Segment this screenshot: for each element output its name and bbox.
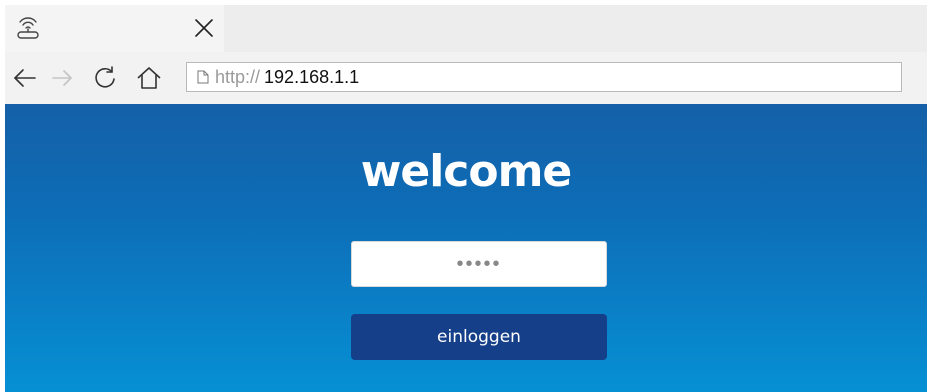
address-bar[interactable]: http:// 192.168.1.1 [186, 62, 902, 92]
router-wifi-icon [17, 17, 39, 39]
browser-window: http:// 192.168.1.1 welcome ••••• einlog… [5, 5, 927, 392]
navigation-bar: http:// 192.168.1.1 [5, 52, 927, 104]
url-host: 192.168.1.1 [264, 66, 360, 87]
tab-strip-empty [224, 5, 927, 52]
arrow-left-icon[interactable] [11, 64, 39, 92]
home-icon[interactable] [135, 64, 163, 92]
url-protocol: http:// [215, 66, 261, 87]
reload-icon[interactable] [91, 64, 119, 92]
password-field[interactable]: ••••• [351, 241, 607, 287]
login-button[interactable]: einloggen [351, 314, 607, 360]
tab-strip [5, 5, 927, 52]
page-icon [197, 70, 209, 84]
close-icon[interactable] [191, 15, 217, 41]
login-page: welcome ••••• einloggen [5, 104, 927, 392]
arrow-right-icon[interactable] [49, 64, 77, 92]
browser-tab[interactable] [5, 5, 224, 52]
welcome-heading: welcome [360, 146, 573, 197]
